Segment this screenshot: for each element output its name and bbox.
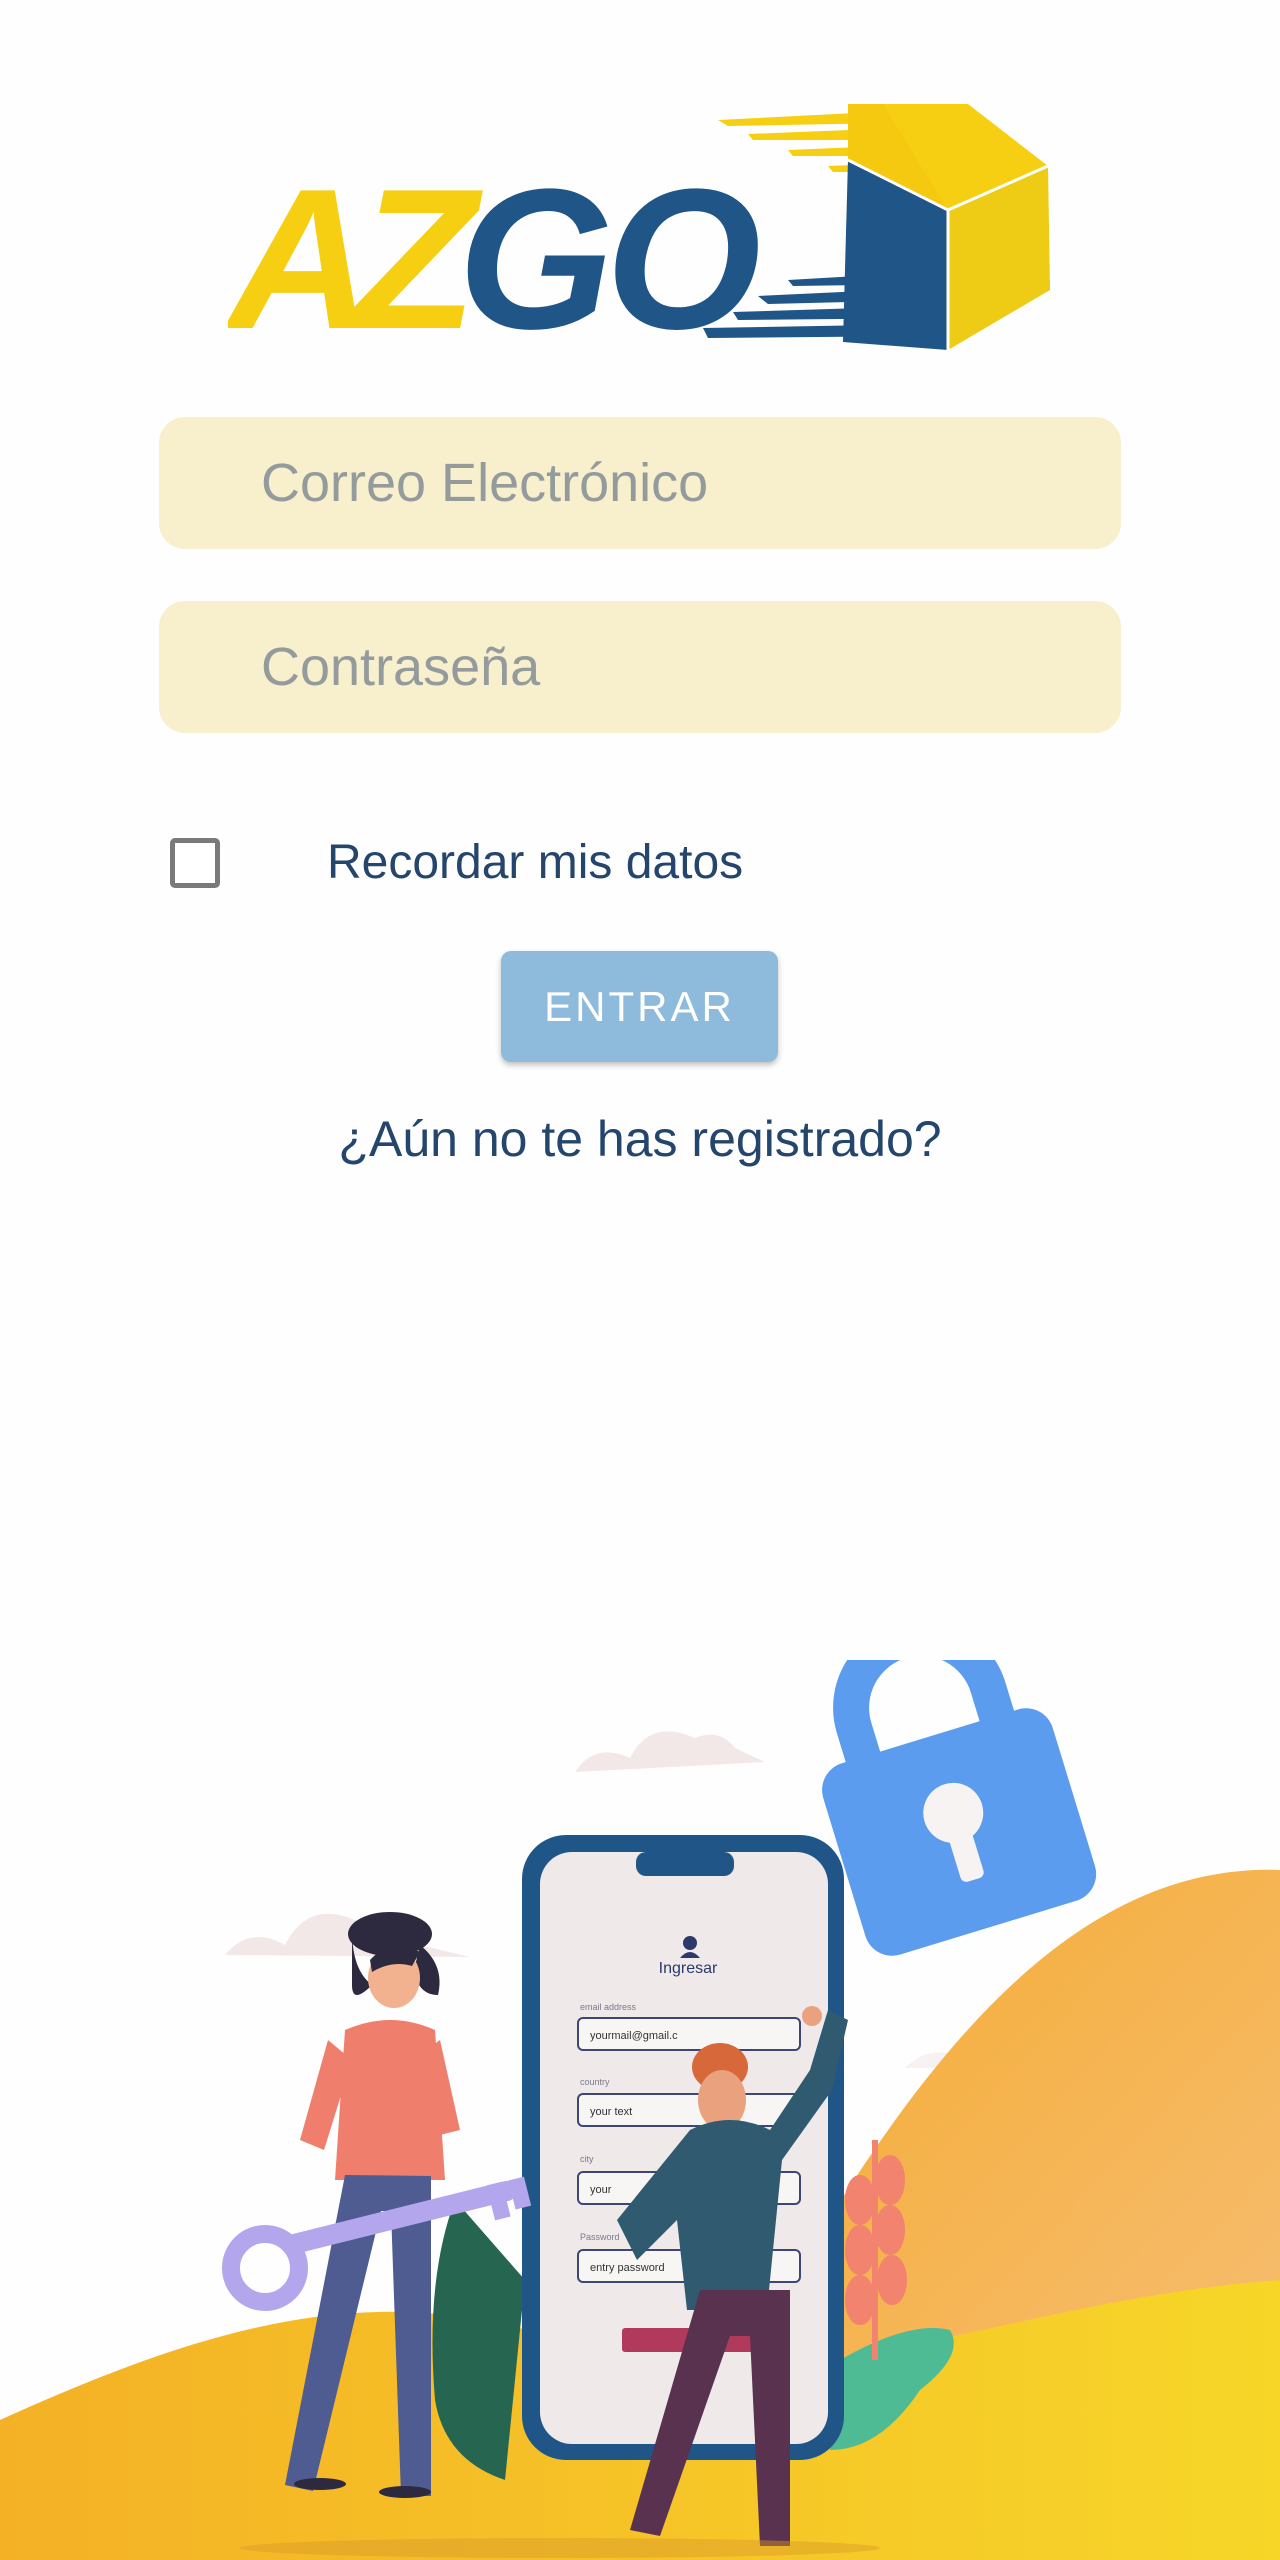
enter-button[interactable]: ENTRAR (501, 951, 778, 1062)
phone-field-value: entry password (590, 2262, 665, 2274)
password-field[interactable] (259, 635, 1121, 699)
remember-me-checkbox[interactable] (170, 838, 220, 888)
remember-me-row[interactable]: Recordar mis datos (170, 838, 743, 888)
phone-field-label: country (580, 2077, 610, 2087)
phone-field-value: yourmail@gmail.c (590, 2030, 678, 2042)
remember-me-label[interactable]: Recordar mis datos (327, 838, 743, 888)
email-field-container[interactable] (159, 417, 1121, 549)
password-field-container[interactable] (159, 601, 1121, 733)
register-link[interactable]: ¿Aún no te has registrado? (0, 1110, 1280, 1168)
azgo-logo: AZ GO (228, 104, 1050, 360)
phone-field-label: city (580, 2154, 594, 2164)
login-illustration: Ingresar email address yourmail@gmail.c … (0, 1660, 1280, 2560)
phone-field-label: Password (580, 2232, 620, 2242)
phone-screen-title: Ingresar (659, 1960, 718, 1977)
phone-field-label: email address (580, 2002, 637, 2012)
phone-field-value: your text (590, 2106, 632, 2118)
email-field[interactable] (259, 451, 1121, 515)
logo-az-text: AZ (228, 148, 483, 360)
logo-go-text: GO (458, 148, 759, 360)
phone-field-value: your (590, 2184, 612, 2196)
